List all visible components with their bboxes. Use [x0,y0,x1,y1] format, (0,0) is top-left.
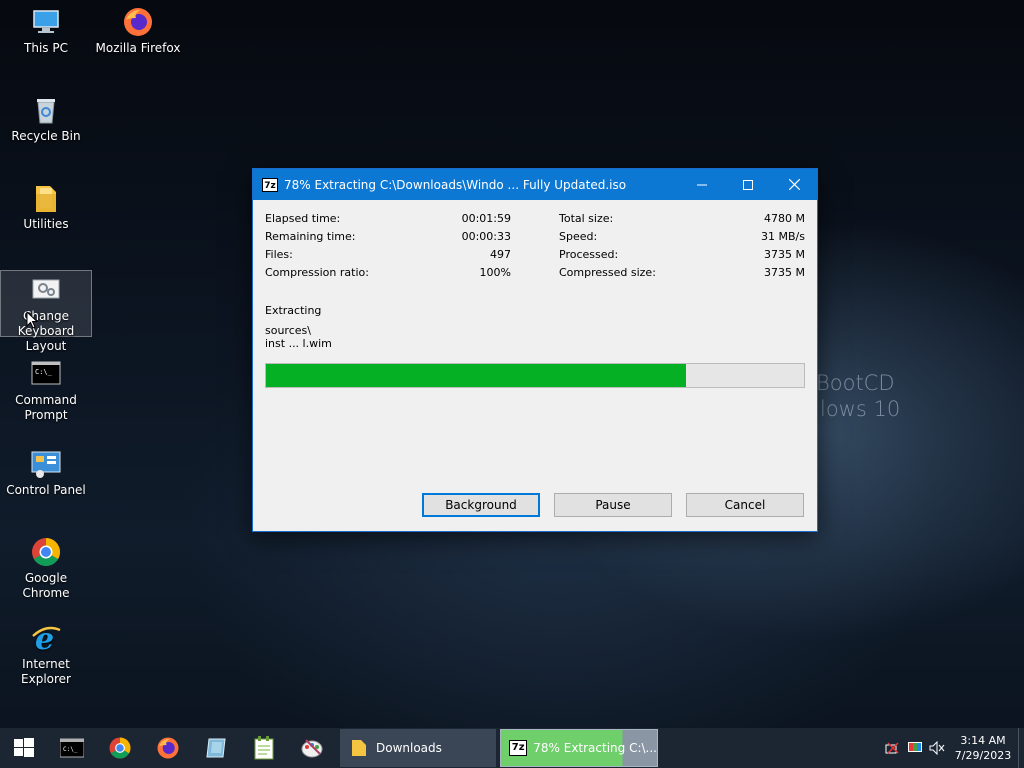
network-icon[interactable] [882,741,904,755]
taskbar-command-prompt[interactable]: C:\_ [48,728,96,768]
maximize-button[interactable] [725,169,771,200]
extraction-dialog: 7z 78% Extracting C:\Downloads\Windo ...… [252,168,818,532]
7zip-app-icon: 7z [262,177,278,192]
elapsed-time-label: Elapsed time: [265,212,341,225]
stat-row: Elapsed time: 00:01:59 Total size: 4780 … [265,212,805,230]
monitor-icon [30,6,62,38]
desktop-icon-label: Utilities [23,217,69,231]
desktop-icon-change-keyboard-layout[interactable]: Change Keyboard Layout [0,270,92,353]
internet-explorer-icon: e [30,622,62,657]
progress-bar [265,363,805,388]
background-button[interactable]: Background [422,493,540,517]
taskbar-task-label: 78% Extracting C:\... [533,741,657,755]
close-button[interactable] [771,169,817,200]
compressed-size-label: Compressed size: [559,266,656,279]
folder-icon [30,182,62,214]
7zip-taskbar-icon: 7z [509,740,528,756]
taskbar-task-label: Downloads [376,741,442,755]
wallpaper-text-1: BootCD [816,371,895,395]
taskbar-disk-tool[interactable] [192,728,240,768]
processed-value: 3735 M [764,248,805,261]
desktop-icon-internet-explorer[interactable]: e Internet Explorer [0,622,92,687]
taskbar-notepad[interactable] [240,728,288,768]
cancel-button[interactable]: Cancel [686,493,804,517]
dialog-titlebar[interactable]: 7z 78% Extracting C:\Downloads\Windo ...… [253,169,817,200]
files-label: Files: [265,248,293,261]
control-panel-icon [30,448,62,480]
show-desktop-button[interactable] [1018,728,1024,768]
system-tray: 3:14 AM 7/29/2023 [882,728,1024,768]
svg-text:C:\_: C:\_ [35,368,53,376]
compression-ratio-label: Compression ratio: [265,266,369,279]
clock[interactable]: 3:14 AM 7/29/2023 [948,733,1018,763]
clock-time: 3:14 AM [960,734,1006,747]
chrome-icon [30,536,62,568]
remaining-time-value: 00:00:33 [461,230,511,243]
stats-panel: Elapsed time: 00:01:59 Total size: 4780 … [265,212,805,284]
desktop-icon-label: Internet Explorer [21,657,71,686]
taskbar-firefox[interactable] [144,728,192,768]
desktop-icon-firefox[interactable]: Mozilla Firefox [92,6,184,56]
taskbar-chrome[interactable] [96,728,144,768]
current-folder: sources\ [265,324,311,337]
clock-date: 7/29/2023 [954,749,1012,762]
compression-ratio-value: 100% [479,266,511,279]
taskbar-task-7zip[interactable]: 7z 78% Extracting C:\... [500,729,658,767]
wallpaper-text-2: lows 10 [820,397,901,421]
files-value: 497 [490,248,511,261]
desktop-icon-utilities[interactable]: Utilities [0,182,92,232]
dialog-title: 78% Extracting C:\Downloads\Windo ... Fu… [284,177,627,192]
desktop-icon-command-prompt[interactable]: C:\_ Command Prompt [0,358,92,423]
stat-row: Remaining time: 00:00:33 Speed: 31 MB/s [265,230,805,248]
progress-bar-fill [266,364,686,387]
svg-text:C:\_: C:\_ [63,746,78,753]
desktop-icon-label: Command Prompt [15,393,77,422]
compressed-size-value: 3735 M [764,266,805,279]
start-button[interactable] [0,728,48,768]
total-size-label: Total size: [559,212,614,225]
desktop-icon-label: Mozilla Firefox [95,41,181,55]
remaining-time-label: Remaining time: [265,230,356,243]
desktop-icon-this-pc[interactable]: This PC [0,6,92,56]
taskbar-paint[interactable] [288,728,336,768]
volume-muted-icon[interactable] [926,741,948,755]
desktop-icon-google-chrome[interactable]: Google Chrome [0,536,92,601]
desktop-icon-label: This PC [24,41,68,55]
desktop-icon-label: Google Chrome [22,571,70,600]
mouse-cursor [26,310,39,334]
taskbar: C:\_ Downloads 7z 78% Extracting C:\... [0,728,1024,768]
desktop-icon-label: Control Panel [6,483,86,497]
stat-row: Compression ratio: 100% Compressed size:… [265,266,805,284]
speed-value: 31 MB/s [761,230,805,243]
pause-button[interactable]: Pause [554,493,672,517]
stat-row: Files: 497 Processed: 3735 M [265,248,805,266]
minimize-button[interactable] [679,169,725,200]
firefox-icon [122,6,154,38]
total-size-value: 4780 M [764,212,805,225]
folder-icon [352,738,366,759]
status-text: Extracting [265,304,322,317]
display-settings-icon[interactable] [904,741,926,755]
desktop-icon-recycle-bin[interactable]: Recycle Bin [0,94,92,144]
speed-label: Speed: [559,230,598,243]
recycle-bin-icon [30,94,62,126]
desktop-icon-label: Change Keyboard Layout [17,309,75,353]
taskbar-task-downloads[interactable]: Downloads [340,729,496,767]
processed-label: Processed: [559,248,619,261]
elapsed-time-value: 00:01:59 [461,212,511,225]
current-file: inst ... l.wim [265,337,332,350]
keyboard-settings-icon [30,274,62,306]
desktop-icon-label: Recycle Bin [11,129,81,143]
terminal-icon: C:\_ [30,358,62,390]
desktop-icon-control-panel[interactable]: Control Panel [0,448,92,498]
